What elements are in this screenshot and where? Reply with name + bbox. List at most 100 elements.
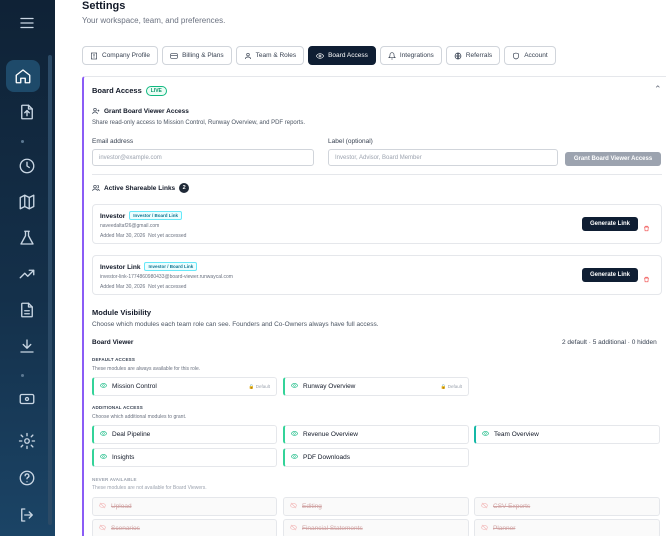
link-email: investor-link-1774860980433@board-viewer… (100, 274, 233, 280)
link-name: Investor (100, 213, 126, 220)
tab-board-access[interactable]: Board Access (308, 46, 376, 65)
chevron-up-icon[interactable]: ⌃ (654, 84, 662, 95)
tab-label: Company Profile (102, 52, 151, 59)
tab-billing-plans[interactable]: Billing & Plans (162, 46, 232, 65)
trash-icon[interactable] (643, 270, 650, 288)
module-label: Insights (112, 454, 135, 461)
user-icon (244, 52, 252, 60)
help-icon[interactable] (12, 463, 42, 493)
eye-icon (290, 430, 299, 439)
module-runway-overview[interactable]: Runway Overview 🔒 Default (283, 377, 469, 396)
link-title-row: Investor Investor / Board Link (100, 211, 183, 220)
tab-team-roles[interactable]: Team & Roles (235, 46, 305, 65)
link-added: Added Mar 30, 2026 (100, 284, 146, 290)
module-label: Team Overview (494, 431, 539, 438)
home-icon[interactable] (6, 60, 40, 92)
module-revenue-overview[interactable]: Revenue Overview (283, 425, 469, 444)
tab-referrals[interactable]: Referrals (445, 46, 501, 65)
label-input[interactable]: Investor, Advisor, Board Member (328, 149, 558, 166)
module-team-overview[interactable]: Team Overview (474, 425, 660, 444)
bell-icon (387, 51, 396, 60)
map-icon[interactable] (12, 187, 42, 217)
module-financial-statements: Financial Statements (283, 519, 469, 536)
link-card: Investor Investor / Board Link naveedalta… (92, 204, 662, 244)
email-placeholder: investor@example.com (99, 154, 162, 161)
tab-account[interactable]: Account (504, 46, 556, 65)
link-meta: Added Mar 30, 2026 Not yet accessed (100, 284, 186, 290)
building-icon (90, 52, 98, 60)
settings-tabs: Company Profile Billing & Plans Team & R… (82, 46, 556, 65)
tab-label: Referrals (465, 52, 493, 59)
generate-link-button[interactable]: Generate Link (582, 217, 638, 231)
tab-label: Team & Roles (255, 52, 297, 59)
tab-company-profile[interactable]: Company Profile (82, 46, 159, 65)
eye-icon (99, 453, 108, 462)
modules-title: Module Visibility (92, 308, 152, 317)
credit-card-icon (170, 52, 178, 60)
trash-icon[interactable] (643, 219, 650, 237)
tab-label: Board Access (328, 52, 368, 59)
globe-icon (454, 52, 462, 60)
sidebar-separator (21, 140, 24, 143)
tab-label: Integrations (399, 52, 434, 59)
module-label: CSV Exports (493, 503, 531, 510)
link-badge: Investor / Board Link (144, 262, 198, 271)
default-tag-text: Default (447, 383, 462, 389)
tab-label: Account (524, 52, 548, 59)
upload-file-icon[interactable] (12, 97, 42, 127)
logout-icon[interactable] (12, 500, 42, 530)
grant-section-title: Grant Board Viewer Access (92, 107, 189, 115)
presentation-icon[interactable] (12, 384, 42, 414)
email-label: Email address (92, 138, 134, 145)
links-title: Active Shareable Links (104, 184, 176, 192)
eye-icon (316, 52, 325, 60)
board-access-card: Board Access LIVE ⌃ Grant Board Viewer Ac… (82, 76, 666, 536)
eye-off-icon (480, 502, 489, 511)
modules-summary: 2 default · 5 additional · 0 hidden (562, 339, 657, 346)
module-scenarios: Scenarios (92, 519, 277, 536)
links-count: 2 (179, 183, 190, 193)
module-mission-control[interactable]: Mission Control 🔒 Default (92, 377, 277, 396)
grant-title: Grant Board Viewer Access (104, 107, 189, 115)
grant-description: Share read-only access to Mission Contro… (92, 120, 306, 126)
eye-off-icon (480, 524, 489, 533)
menu-icon[interactable] (12, 8, 42, 38)
tab-integrations[interactable]: Integrations (379, 46, 442, 65)
tab-label: Billing & Plans (182, 52, 224, 59)
grant-access-button[interactable]: Grant Board Viewer Access (565, 152, 661, 166)
clock-icon[interactable] (12, 151, 42, 181)
role-name: Board Viewer (92, 339, 134, 346)
document-icon[interactable] (12, 295, 42, 325)
module-editing: Editing (283, 497, 469, 516)
generate-link-button[interactable]: Generate Link (582, 268, 638, 282)
label-field-label: Label (optional) (328, 138, 373, 145)
page-title: Settings (82, 0, 126, 12)
divider (92, 174, 662, 175)
trending-up-icon[interactable] (12, 259, 42, 289)
email-input[interactable]: investor@example.com (92, 149, 314, 166)
module-pdf-downloads[interactable]: PDF Downloads (283, 448, 469, 467)
page-subtitle: Your workspace, team, and preferences. (82, 16, 226, 25)
additional-access-desc: Choose which additional modules to grant… (92, 414, 187, 420)
link-meta: Added Mar 30, 2026 Not yet accessed (100, 233, 186, 239)
eye-icon (99, 382, 108, 391)
default-tag-text: Default (255, 383, 270, 389)
flask-icon[interactable] (12, 223, 42, 253)
eye-off-icon (289, 502, 298, 511)
modules-description: Choose which modules each team role can … (92, 321, 379, 328)
default-tag: 🔒 Default (248, 383, 270, 389)
download-icon[interactable] (12, 331, 42, 361)
eye-icon (481, 430, 490, 439)
sidebar-scrollbar[interactable] (48, 55, 52, 525)
module-label: Deal Pipeline (112, 431, 151, 438)
module-deal-pipeline[interactable]: Deal Pipeline (92, 425, 277, 444)
gear-icon[interactable] (12, 426, 42, 456)
shield-icon (512, 52, 520, 60)
eye-icon (290, 453, 299, 462)
additional-access-heading: ADDITIONAL ACCESS (92, 405, 143, 410)
default-tag: 🔒 Default (440, 383, 462, 389)
link-title-row: Investor Link Investor / Board Link (100, 262, 198, 271)
user-plus-icon (92, 108, 100, 115)
never-available-heading: NEVER AVAILABLE (92, 477, 137, 482)
module-insights[interactable]: Insights (92, 448, 277, 467)
